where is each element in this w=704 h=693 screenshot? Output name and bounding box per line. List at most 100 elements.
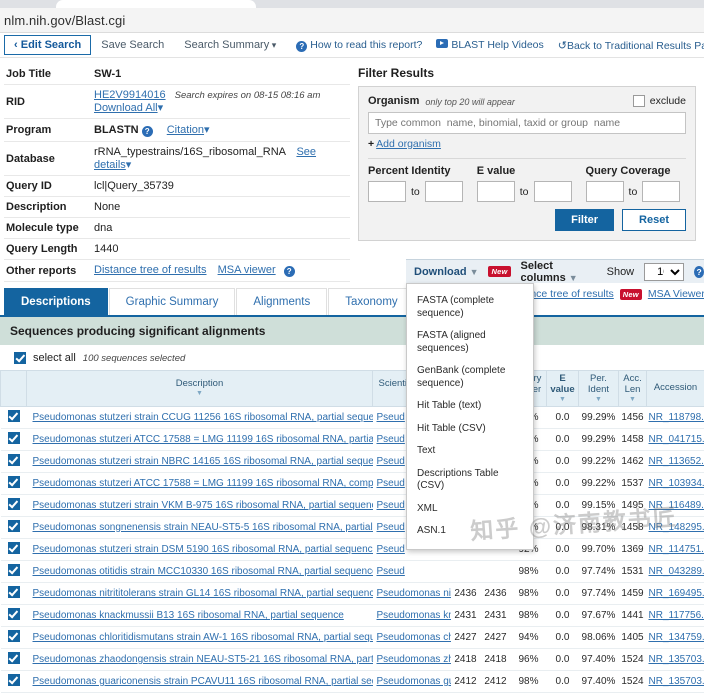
row-accession-link[interactable]: NR_103934.2: [649, 478, 704, 489]
row-accession-link[interactable]: NR_148295.1: [649, 522, 704, 533]
row-scientific-name-link[interactable]: Pseud: [377, 544, 405, 555]
row-scientific-name-link[interactable]: Pseud: [377, 434, 405, 445]
row-checkbox[interactable]: [8, 674, 20, 686]
download-menu-item-2[interactable]: GenBank (complete sequence): [407, 360, 533, 395]
download-menu-item-6[interactable]: Descriptions Table (CSV): [407, 463, 533, 498]
download-dropdown-menu[interactable]: FASTA (complete sequence)FASTA (aligned …: [406, 283, 534, 550]
msa-viewer-link[interactable]: MSA viewer: [218, 264, 276, 276]
row-scientific-name-link[interactable]: Pseudomonas nitrititolerans: [377, 588, 451, 599]
row-scientific-name-link[interactable]: Pseudomonas chloritidis...: [377, 632, 451, 643]
row-scientific-name-link[interactable]: Pseudomonas zhaodong...: [377, 654, 451, 665]
row-checkbox[interactable]: [8, 586, 20, 598]
percent-identity-to-input[interactable]: [425, 181, 463, 202]
row-scientific-name-link[interactable]: Pseud: [377, 522, 405, 533]
download-menu-item-7[interactable]: XML: [407, 498, 533, 521]
download-menu-item-3[interactable]: Hit Table (text): [407, 395, 533, 418]
citation-link[interactable]: Citation: [167, 124, 210, 136]
row-accession-link[interactable]: NR_135703.1: [649, 654, 704, 665]
row-scientific-name-link[interactable]: Pseud: [377, 456, 405, 467]
row-accession-link[interactable]: NR_117756.1: [649, 610, 704, 621]
add-organism-link[interactable]: +Add organism: [368, 138, 686, 150]
download-menu-item-5[interactable]: Text: [407, 440, 533, 463]
select-columns-button[interactable]: Select columns▼: [521, 260, 597, 284]
download-menu-item-1[interactable]: FASTA (aligned sequences): [407, 325, 533, 360]
row-description-link[interactable]: Pseudomonas chloritidismutans strain AW-…: [33, 632, 373, 643]
tab-descriptions[interactable]: Descriptions: [4, 288, 108, 315]
evalue-from-input[interactable]: [477, 181, 515, 202]
row-description-link[interactable]: Pseudomonas stutzeri strain DSM 5190 16S…: [33, 544, 373, 555]
row-accession-link[interactable]: NR_043289.1: [649, 566, 704, 577]
other-reports-help-icon[interactable]: ?: [284, 266, 295, 277]
blast-help-videos-link[interactable]: BLAST Help Videos: [436, 39, 543, 51]
download-menu-item-0[interactable]: FASTA (complete sequence): [407, 290, 533, 325]
row-scientific-name-link[interactable]: Pseud: [377, 478, 405, 489]
row-description-link[interactable]: Pseudomonas stutzeri strain NBRC 14165 1…: [33, 456, 373, 467]
row-description-link[interactable]: Pseudomonas otitidis strain MCC10330 16S…: [33, 566, 373, 577]
rid-link[interactable]: HE2V9914016: [94, 89, 166, 101]
query-coverage-to-input[interactable]: [642, 181, 680, 202]
th-evalue[interactable]: E value▼: [547, 371, 579, 407]
row-checkbox[interactable]: [8, 630, 20, 642]
results-help-icon[interactable]: ?: [694, 266, 704, 278]
row-checkbox[interactable]: [8, 410, 20, 422]
row-scientific-name-link[interactable]: Pseudomonas guaricone...: [377, 676, 451, 687]
organism-input[interactable]: [368, 112, 686, 134]
row-description-link[interactable]: Pseudomonas guariconensis strain PCAVU11…: [33, 676, 373, 687]
msa-viewer-results-link[interactable]: MSA Viewer: [648, 288, 704, 300]
edit-search-button[interactable]: ‹ Edit Search: [4, 35, 91, 55]
th-per-ident[interactable]: Per. Ident▼: [579, 371, 619, 407]
evalue-to-input[interactable]: [534, 181, 572, 202]
row-checkbox[interactable]: [8, 454, 20, 466]
percent-identity-from-input[interactable]: [368, 181, 406, 202]
th-description[interactable]: Description▼: [27, 371, 373, 407]
download-menu-item-4[interactable]: Hit Table (CSV): [407, 418, 533, 441]
row-description-link[interactable]: Pseudomonas stutzeri ATCC 17588 = LMG 11…: [33, 478, 373, 489]
select-all-checkbox[interactable]: [14, 352, 26, 364]
row-description-link[interactable]: Pseudomonas nitrititolerans strain GL14 …: [33, 588, 373, 599]
row-description-link[interactable]: Pseudomonas stutzeri strain VKM B-975 16…: [33, 500, 373, 511]
row-checkbox[interactable]: [8, 476, 20, 488]
row-accession-link[interactable]: NR_169495.1: [649, 588, 704, 599]
row-checkbox[interactable]: [8, 564, 20, 576]
download-button[interactable]: Download▼: [414, 266, 478, 278]
distance-tree-link[interactable]: Distance tree of results: [94, 264, 207, 276]
program-help-icon[interactable]: ?: [142, 126, 153, 137]
search-summary-link[interactable]: Search Summary: [184, 39, 276, 51]
row-accession-link[interactable]: NR_118798.1: [649, 412, 704, 423]
browser-tab[interactable]: [56, 0, 256, 8]
row-description-link[interactable]: Pseudomonas knackmussii B13 16S ribosoma…: [33, 610, 344, 621]
row-accession-link[interactable]: NR_113652.1: [649, 456, 704, 467]
download-all-link[interactable]: Download All: [94, 102, 163, 114]
row-accession-link[interactable]: NR_134759.1: [649, 632, 704, 643]
query-coverage-from-input[interactable]: [586, 181, 624, 202]
row-accession-link[interactable]: NR_041715.1: [649, 434, 704, 445]
row-accession-link[interactable]: NR_114751.1: [649, 544, 704, 555]
row-scientific-name-link[interactable]: Pseud: [377, 566, 405, 577]
row-description-link[interactable]: Pseudomonas stutzeri ATCC 17588 = LMG 11…: [33, 434, 373, 445]
reset-button[interactable]: Reset: [622, 209, 686, 231]
filter-button[interactable]: Filter: [555, 209, 614, 231]
back-traditional-link[interactable]: ↺Back to Traditional Results Page: [558, 39, 704, 52]
row-scientific-name-link[interactable]: Pseud: [377, 412, 405, 423]
row-accession-link[interactable]: NR_116489.1: [649, 500, 704, 511]
tab-alignments[interactable]: Alignments: [236, 288, 327, 315]
th-acc-len[interactable]: Acc. Len▼: [619, 371, 647, 407]
row-description-link[interactable]: Pseudomonas zhaodongensis strain NEAU-ST…: [33, 654, 373, 665]
save-search-link[interactable]: Save Search: [101, 39, 164, 51]
how-to-read-link[interactable]: ?How to read this report?: [296, 39, 422, 52]
row-checkbox[interactable]: [8, 652, 20, 664]
row-checkbox[interactable]: [8, 498, 20, 510]
row-checkbox[interactable]: [8, 608, 20, 620]
exclude-checkbox[interactable]: [633, 95, 645, 107]
row-accession-link[interactable]: NR_135703.1: [649, 676, 704, 687]
row-description-link[interactable]: Pseudomonas songnenensis strain NEAU-ST5…: [33, 522, 373, 533]
th-accession[interactable]: Accession: [647, 371, 704, 407]
row-checkbox[interactable]: [8, 432, 20, 444]
row-checkbox[interactable]: [8, 520, 20, 532]
tab-taxonomy[interactable]: Taxonomy: [328, 288, 414, 315]
show-select[interactable]: 100: [644, 263, 684, 281]
row-scientific-name-link[interactable]: Pseudomonas knackmus...: [377, 610, 451, 621]
tab-graphic-summary[interactable]: Graphic Summary: [109, 288, 236, 315]
download-menu-item-8[interactable]: ASN.1: [407, 520, 533, 543]
row-scientific-name-link[interactable]: Pseud: [377, 500, 405, 511]
